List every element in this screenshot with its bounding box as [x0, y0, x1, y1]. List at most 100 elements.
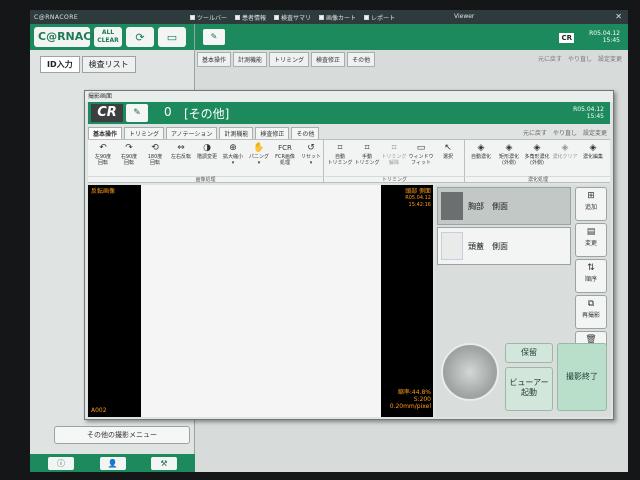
- top-taskbar: C@RNACORE ツールバー 患者情報 検査サマリ 画像カート レポート Vi…: [30, 10, 628, 24]
- left-panel-footer: ⓘ 👤 ⚒: [30, 454, 195, 472]
- rotate-right-button[interactable]: ↷ 右90度 回転: [116, 142, 142, 166]
- shade-icon: ◈: [505, 143, 513, 153]
- rotate-180-icon: ⟲: [151, 143, 159, 153]
- trimming-group: ⌗ 自動 トリミング ⌗ 手動 トリミング ⌗ トリミング 解除 ▭ ウィンドウ フィット ↖ 選…: [325, 140, 465, 183]
- refresh-button[interactable]: ⟳: [126, 27, 154, 47]
- rect-shade-button[interactable]: ◈ 矩形濃化 (外側): [496, 142, 522, 166]
- viewer-tab-exam-edit[interactable]: 検査修正: [311, 52, 346, 67]
- list-item[interactable]: 胸部 側面: [437, 187, 571, 225]
- exam-number: 0: [164, 105, 172, 119]
- window-fit-button[interactable]: ▭ ウィンドウ フィット: [408, 142, 434, 166]
- checkbox-icon[interactable]: [235, 14, 241, 20]
- list-item[interactable]: 頭蓋 側面: [437, 227, 571, 265]
- tab-id-input[interactable]: ID入力: [40, 56, 80, 73]
- viewer-tab-measure[interactable]: 計測機能: [233, 52, 268, 67]
- order-button[interactable]: ⇅ 順序: [575, 259, 607, 293]
- shade-icon: ◈: [561, 143, 569, 153]
- left-panel-tabs: ID入力 検査リスト: [40, 56, 138, 73]
- edit-patient-icon[interactable]: ✎: [126, 104, 148, 122]
- fcr-icon: FCR: [278, 144, 292, 152]
- auto-shade-button[interactable]: ◈ 自動濃化: [468, 142, 494, 160]
- taskbar-item-report[interactable]: レポート: [364, 13, 395, 22]
- image-overlay-top-left: 反転画像: [91, 188, 116, 195]
- user-button[interactable]: 👤: [99, 456, 126, 470]
- close-icon[interactable]: ✕: [615, 12, 622, 21]
- image-overlay-top-right: 頭部 側面 R05.04.12 15:42:16: [405, 188, 431, 208]
- app-logo: C@RNACO: [34, 27, 101, 47]
- refresh-icon: ⟳: [135, 30, 145, 44]
- dialog-datetime: R05.04.12 15:45: [573, 106, 604, 120]
- crop-icon: ⌗: [364, 143, 370, 153]
- viewer-undo-button[interactable]: 元に戻す: [538, 54, 562, 63]
- checkbox-icon[interactable]: [364, 14, 370, 20]
- viewer-undo-bar: 元に戻す やり直し 設定変更: [538, 54, 622, 63]
- info-icon: ⓘ: [57, 458, 65, 468]
- redo-button[interactable]: やり直し: [553, 128, 577, 137]
- retake-button[interactable]: ⧉ 再撮影: [575, 295, 607, 329]
- thumbnail: [441, 232, 463, 260]
- viewer-tab-other[interactable]: その他: [347, 52, 376, 67]
- dialog-title: 撮影画面: [85, 91, 613, 102]
- viewer-tab-trimming[interactable]: トリミング: [269, 52, 310, 67]
- image-overlay-bottom-right: 縮率:44.8% S:200 0.20mm/pixel: [389, 389, 431, 410]
- crop-icon: ⌗: [337, 143, 343, 153]
- fcr-processing-button[interactable]: FCR FCR画像 処理: [272, 142, 298, 166]
- reset-button[interactable]: ↺ リセット ▾: [298, 142, 324, 166]
- zoom-icon: ⊕: [229, 143, 237, 153]
- checkbox-icon[interactable]: [274, 14, 280, 20]
- change-button[interactable]: ▤ 変更: [575, 223, 607, 257]
- shade-edit-button[interactable]: ◈ 濃化編集: [580, 142, 606, 160]
- display-button[interactable]: ▭: [158, 27, 186, 47]
- trim-release-button[interactable]: ⌗ トリミング 解除: [381, 142, 407, 166]
- settings-button[interactable]: ⚒: [151, 456, 177, 470]
- auto-trim-button[interactable]: ⌗ 自動 トリミング: [327, 142, 353, 166]
- shade-label: 濃化処理: [466, 176, 610, 183]
- viewer-datetime: R05.04.12 15:45: [589, 30, 620, 44]
- imaging-dialog: 撮影画面 CR ✎ 0 [その他] R05.04.12 15:45 基本操作 トリ…: [84, 90, 614, 420]
- shade-clear-button[interactable]: ◈ 濃化クリア: [552, 142, 578, 160]
- manual-trim-button[interactable]: ⌗ 手動 トリミング: [354, 142, 380, 166]
- taskbar-item-image-cart[interactable]: 画像カート: [319, 13, 356, 22]
- all-clear-button[interactable]: ALL CLEAR: [94, 27, 122, 47]
- undo-button[interactable]: 元に戻す: [523, 128, 547, 137]
- viewer-launch-button[interactable]: ビューアー 起動: [505, 367, 553, 411]
- xray-image[interactable]: [141, 185, 381, 417]
- add-button[interactable]: ⊞ 追加: [575, 187, 607, 221]
- polygon-shade-button[interactable]: ◈ 多角形濃化 (外側): [524, 142, 550, 166]
- hold-button[interactable]: 保留: [505, 343, 553, 363]
- monitor-bezel: C@RNACORE ツールバー 患者情報 検査サマリ 画像カート レポート Vi…: [0, 0, 640, 480]
- finish-imaging-button[interactable]: 撮影終了: [557, 343, 607, 411]
- list-icon: ▤: [586, 227, 596, 237]
- viewer-settings-button[interactable]: 設定変更: [598, 54, 622, 63]
- select-button[interactable]: ↖ 選択: [435, 142, 461, 160]
- tab-exam-list[interactable]: 検査リスト: [81, 56, 136, 73]
- taskbar-item-exam-summary[interactable]: 検査サマリ: [274, 13, 311, 22]
- settings-change-button[interactable]: 設定変更: [583, 128, 607, 137]
- rotate-right-icon: ↷: [125, 143, 133, 153]
- viewer-tab-basic[interactable]: 基本操作: [197, 52, 232, 67]
- exposure-indicator: [441, 343, 499, 401]
- panning-button[interactable]: ✋ パニング ▾: [246, 142, 272, 166]
- sort-icon: ⇅: [587, 263, 595, 273]
- viewer-redo-button[interactable]: やり直し: [568, 54, 592, 63]
- thumbnail: [441, 192, 463, 220]
- flip-horizontal-icon: ⇔: [177, 143, 185, 153]
- info-button[interactable]: ⓘ: [48, 456, 74, 470]
- other-imaging-menu-button[interactable]: その他の撮影メニュー: [54, 426, 190, 444]
- trimming-label: トリミング: [325, 176, 464, 183]
- taskbar-item-patient-info[interactable]: 患者情報: [235, 13, 266, 22]
- checkbox-icon[interactable]: [319, 14, 325, 20]
- reset-icon: ↺: [307, 143, 315, 153]
- edit-patient-icon[interactable]: ✎: [203, 29, 225, 45]
- taskbar-brand: C@RNACORE: [34, 13, 79, 21]
- checkbox-icon[interactable]: [190, 14, 195, 20]
- gradation-button[interactable]: ◑ 階調変更: [194, 142, 220, 160]
- exam-list-panel: 胸部 側面 頭蓋 側面 ⊞追加 ▤変更 ⇅順序 ⧉再撮影 🗑削除 保留 ビューア…: [435, 185, 611, 417]
- rotate-180-button[interactable]: ⟲ 180度 回転: [142, 142, 168, 166]
- taskbar-item-toolbar[interactable]: ツールバー: [190, 13, 227, 22]
- image-processing-group: ↶ 左90度 回転 ↷ 右90度 回転 ⟲ 180度 回転 ⇔ 左右反転 ◑ 階調変更 ⊕ 拡大縮…: [88, 140, 324, 183]
- add-icon: ⊞: [587, 191, 595, 201]
- zoom-button[interactable]: ⊕ 拡大縮小 ▾: [220, 142, 246, 166]
- flip-horizontal-button[interactable]: ⇔ 左右反転: [168, 142, 194, 160]
- rotate-left-button[interactable]: ↶ 左90度 回転: [90, 142, 116, 166]
